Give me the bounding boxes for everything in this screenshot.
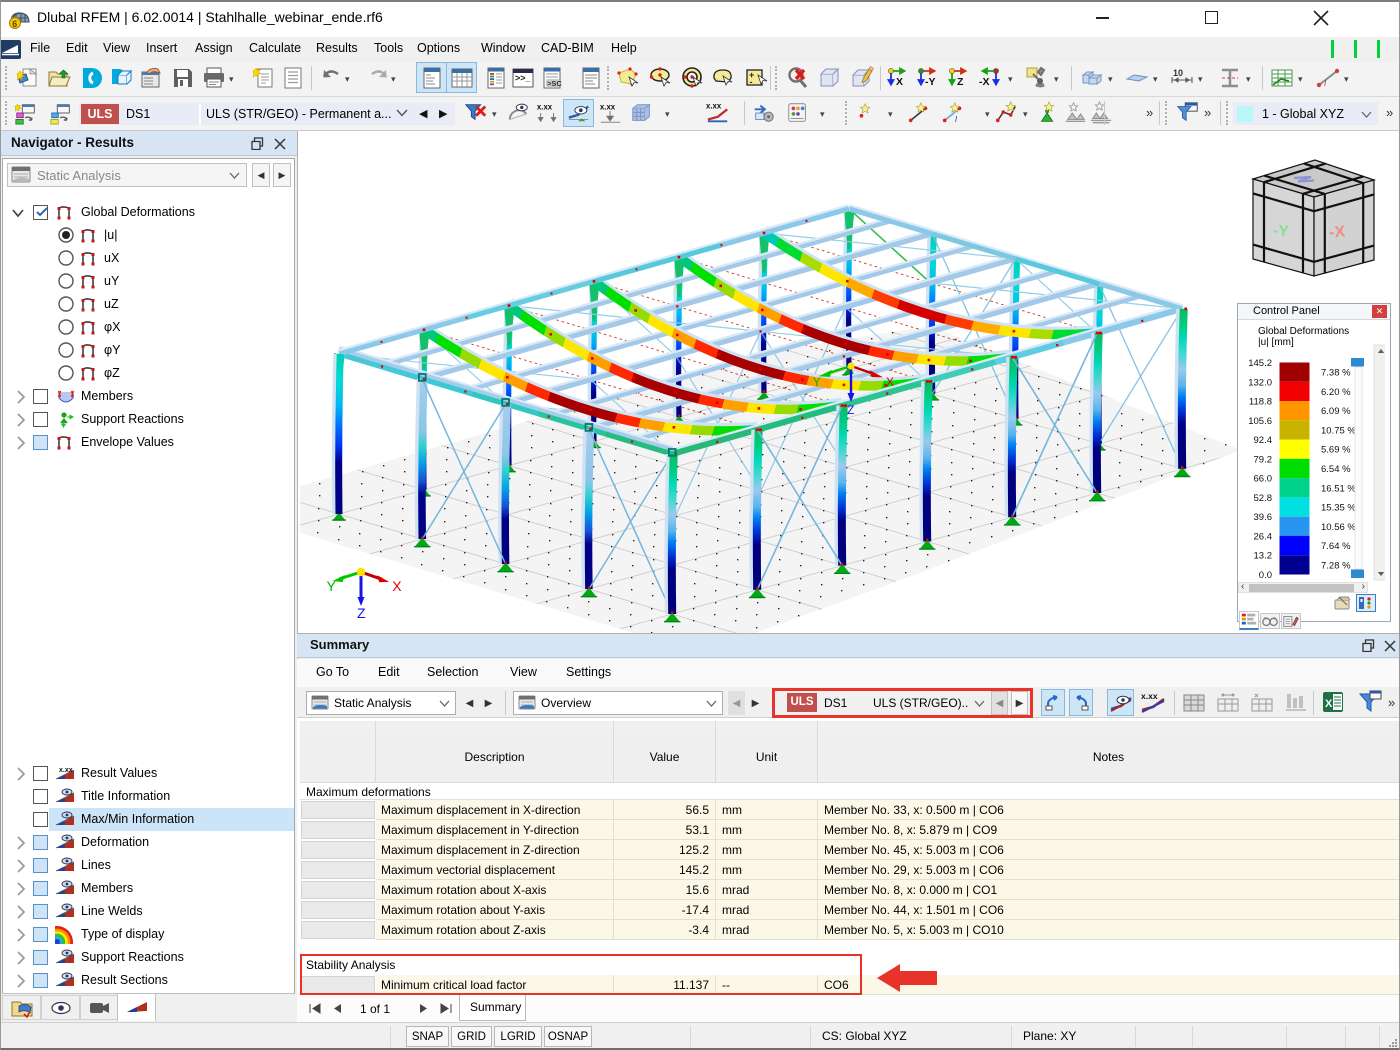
svg-text:X: X	[392, 578, 402, 594]
svg-text:x.xx: x.xx	[706, 101, 722, 110]
svg-text:-X: -X	[979, 76, 990, 88]
svg-text:118.8: 118.8	[1249, 397, 1272, 408]
svg-text:Z: Z	[357, 605, 366, 621]
svg-text:13.2: 13.2	[1254, 551, 1273, 562]
svg-text:Y: Y	[327, 578, 337, 594]
svg-text:16.51 %: 16.51 %	[1321, 483, 1356, 494]
svg-text:7.38 %: 7.38 %	[1321, 368, 1351, 379]
svg-text:X: X	[886, 375, 894, 389]
svg-text:6.09 %: 6.09 %	[1321, 406, 1351, 417]
svg-text:52.8: 52.8	[1254, 493, 1273, 504]
svg-text:66.0: 66.0	[1254, 474, 1273, 485]
svg-text:145.2: 145.2	[1248, 358, 1272, 369]
svg-text:>SC: >SC	[547, 79, 562, 88]
svg-text:Y: Y	[813, 375, 821, 389]
svg-text:26.4: 26.4	[1254, 531, 1273, 542]
svg-text:-: -	[750, 77, 753, 87]
svg-text:6: 6	[12, 19, 17, 29]
svg-text:10.56 %: 10.56 %	[1321, 522, 1356, 533]
svg-text:Z: Z	[957, 76, 964, 88]
svg-text:10: 10	[1173, 68, 1183, 78]
svg-text:x.xx: x.xx	[1141, 691, 1158, 701]
svg-text:>>_: >>_	[515, 73, 532, 83]
svg-text:105.6: 105.6	[1248, 416, 1272, 427]
svg-text:6.54 %: 6.54 %	[1321, 464, 1351, 475]
svg-text:92.4: 92.4	[1254, 435, 1273, 446]
svg-text:Z: Z	[847, 403, 854, 417]
svg-text:X: X	[896, 76, 903, 88]
svg-text:I: I	[955, 114, 958, 124]
svg-text:7.64 %: 7.64 %	[1321, 541, 1351, 552]
svg-text:5.69 %: 5.69 %	[1321, 445, 1351, 456]
svg-text:x.xx: x.xx	[600, 102, 616, 111]
svg-text:7.28 %: 7.28 %	[1321, 560, 1351, 571]
svg-text:132.0: 132.0	[1248, 377, 1272, 388]
svg-text:0.0: 0.0	[1259, 570, 1272, 581]
svg-text:10.75 %: 10.75 %	[1321, 425, 1356, 436]
svg-text:x.xx: x.xx	[59, 767, 73, 774]
svg-text:79.2: 79.2	[1254, 454, 1273, 465]
svg-text:-Y: -Y	[925, 76, 936, 88]
svg-text:x.xx: x.xx	[537, 102, 553, 111]
svg-text:15.35 %: 15.35 %	[1321, 503, 1356, 514]
svg-text:39.6: 39.6	[1254, 512, 1273, 523]
svg-text:6.20 %: 6.20 %	[1321, 387, 1351, 398]
svg-text:X: X	[1325, 698, 1333, 710]
